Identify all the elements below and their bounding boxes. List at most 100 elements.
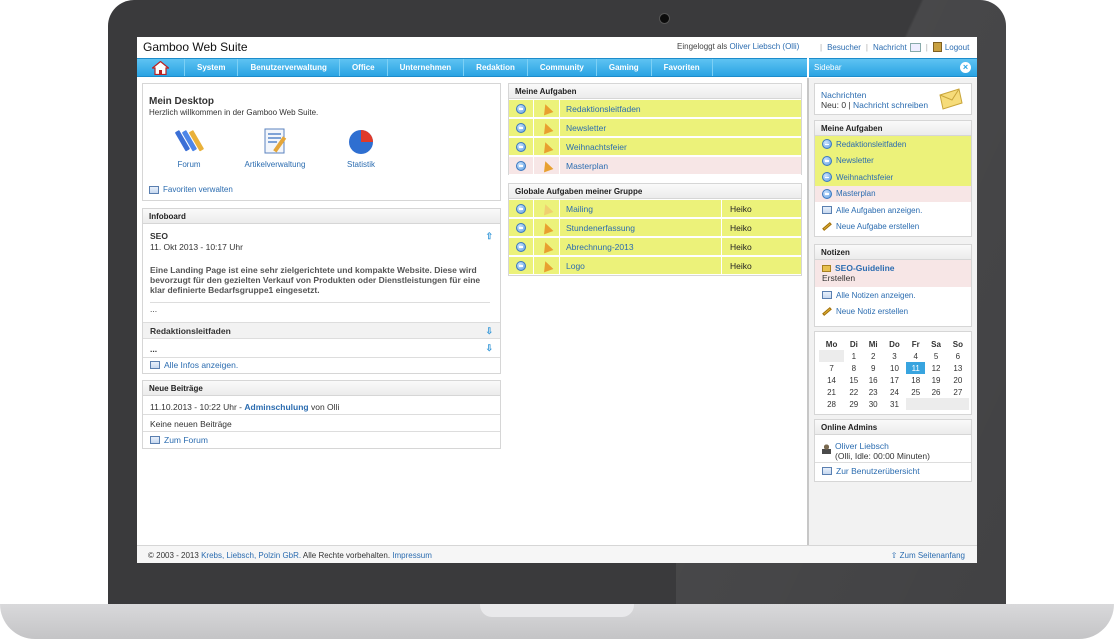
app-forum[interactable]: Forum bbox=[149, 126, 229, 169]
mail-icon[interactable] bbox=[909, 42, 921, 52]
calendar-day[interactable]: 1 bbox=[844, 350, 864, 362]
footer-imprint-link[interactable]: Impressum bbox=[392, 551, 432, 560]
sb-note-item[interactable]: SEO-Guideline Erstellen bbox=[815, 260, 971, 287]
sb-messages-link[interactable]: Nachrichten bbox=[821, 90, 866, 100]
status-icon[interactable] bbox=[516, 103, 526, 114]
nav-system[interactable]: System bbox=[185, 59, 239, 76]
task-name-link[interactable]: Logo bbox=[559, 257, 721, 274]
nav-redaktion[interactable]: Redaktion bbox=[464, 59, 528, 76]
nav-office[interactable]: Office bbox=[340, 59, 388, 76]
status-icon[interactable] bbox=[516, 203, 526, 214]
calendar-day[interactable]: 7 bbox=[819, 362, 845, 374]
to-top-link[interactable]: ⇧ Zum Seitenanfang bbox=[891, 551, 965, 560]
sb-new-task-link[interactable]: Neue Aufgabe erstellen bbox=[815, 219, 971, 236]
calendar-day[interactable]: 25 bbox=[906, 386, 926, 398]
calendar-day[interactable]: 10 bbox=[882, 362, 907, 374]
task-row[interactable]: Newsletter bbox=[509, 119, 801, 137]
calendar-weekday: Di bbox=[849, 339, 858, 349]
calendar-day[interactable]: 14 bbox=[819, 374, 845, 386]
calendar-day[interactable]: 6 bbox=[946, 350, 969, 362]
sb-new-note-link[interactable]: Neue Notiz erstellen bbox=[815, 304, 971, 321]
calendar-day[interactable]: 17 bbox=[882, 374, 907, 386]
message-link[interactable]: Nachricht bbox=[873, 43, 907, 52]
task-row[interactable]: Redaktionsleitfaden bbox=[509, 100, 801, 118]
forum-link[interactable]: Zum Forum bbox=[150, 435, 208, 445]
app-artikelverwaltung[interactable]: Artikelverwaltung bbox=[235, 126, 315, 169]
sb-write-message-link[interactable]: Nachricht schreiben bbox=[853, 100, 928, 110]
sb-tasks-box: Meine Aufgaben Redaktionsleitfaden Newsl… bbox=[814, 120, 972, 237]
calendar-day[interactable]: 15 bbox=[844, 374, 864, 386]
sb-task-item[interactable]: Redaktionsleitfaden bbox=[815, 136, 971, 153]
visitors-link[interactable]: Besucher bbox=[827, 43, 861, 52]
sb-admin-name[interactable]: Oliver Liebsch bbox=[835, 441, 930, 451]
calendar-day[interactable]: 8 bbox=[844, 362, 864, 374]
task-row[interactable]: Mailing Heiko bbox=[509, 200, 801, 218]
task-row[interactable]: Logo Heiko bbox=[509, 257, 801, 275]
nav-community[interactable]: Community bbox=[528, 59, 597, 76]
calendar-day[interactable]: 19 bbox=[925, 374, 947, 386]
task-row[interactable]: Abrechnung-2013 Heiko bbox=[509, 238, 801, 256]
task-row[interactable]: Masterplan bbox=[509, 157, 801, 175]
calendar-day[interactable]: 21 bbox=[819, 386, 845, 398]
calendar-day[interactable]: 18 bbox=[906, 374, 926, 386]
home-button[interactable] bbox=[137, 59, 185, 76]
expand-arrow-icon[interactable]: ⇩ bbox=[485, 326, 493, 337]
calendar-day[interactable]: 29 bbox=[844, 398, 864, 410]
task-name-link[interactable]: Masterplan bbox=[559, 157, 801, 174]
logout-link[interactable]: Logout bbox=[945, 43, 969, 52]
task-row[interactable]: Stundenerfassung Heiko bbox=[509, 219, 801, 237]
sb-all-tasks-link[interactable]: Alle Aufgaben anzeigen. bbox=[815, 202, 971, 219]
calendar-day[interactable]: 23 bbox=[863, 386, 883, 398]
sb-user-overview-link[interactable]: Zur Benutzerübersicht bbox=[822, 466, 920, 476]
status-icon[interactable] bbox=[516, 141, 526, 152]
nav-gaming[interactable]: Gaming bbox=[597, 59, 652, 76]
task-name-link[interactable]: Weihnachtsfeier bbox=[559, 138, 801, 155]
app-statistik[interactable]: Statistik bbox=[321, 126, 401, 169]
status-icon[interactable] bbox=[516, 122, 526, 133]
task-row[interactable]: Weihnachtsfeier bbox=[509, 138, 801, 156]
calendar-day[interactable]: 31 bbox=[882, 398, 907, 410]
collapse-arrow-icon[interactable]: ⇧ bbox=[485, 231, 493, 242]
calendar-day[interactable]: 9 bbox=[863, 362, 883, 374]
nav-favoriten[interactable]: Favoriten bbox=[652, 59, 713, 76]
task-name-link[interactable]: Stundenerfassung bbox=[559, 219, 721, 236]
all-infos-link[interactable]: Alle Infos anzeigen. bbox=[150, 360, 238, 370]
task-name-link[interactable]: Redaktionsleitfaden bbox=[559, 100, 801, 117]
calendar-day[interactable]: 22 bbox=[844, 386, 864, 398]
post-topic-link[interactable]: Adminschulung bbox=[244, 402, 308, 412]
sb-user-overview-label: Zur Benutzerübersicht bbox=[836, 466, 920, 476]
footer-authors-link[interactable]: Krebs, Liebsch, Polzin GbR. bbox=[201, 551, 301, 560]
nav-benutzerverwaltung[interactable]: Benutzerverwaltung bbox=[238, 59, 340, 76]
nav-unternehmen[interactable]: Unternehmen bbox=[388, 59, 465, 76]
sb-all-notes-link[interactable]: Alle Notizen anzeigen. bbox=[815, 287, 971, 304]
status-icon[interactable] bbox=[516, 241, 526, 252]
calendar-day[interactable]: 26 bbox=[925, 386, 947, 398]
calendar-day[interactable]: 27 bbox=[946, 386, 969, 398]
calendar-day[interactable]: 28 bbox=[819, 398, 845, 410]
status-icon[interactable] bbox=[516, 160, 526, 171]
task-name-link[interactable]: Abrechnung-2013 bbox=[559, 238, 721, 255]
status-icon[interactable] bbox=[516, 222, 526, 233]
calendar-day[interactable]: 12 bbox=[925, 362, 947, 374]
calendar-day[interactable]: 3 bbox=[882, 350, 907, 362]
calendar-day[interactable]: 24 bbox=[882, 386, 907, 398]
calendar-day[interactable]: 4 bbox=[906, 350, 926, 362]
sb-task-item[interactable]: Newsletter bbox=[815, 152, 971, 169]
logout-icon[interactable] bbox=[932, 42, 942, 52]
calendar-day[interactable]: 11 bbox=[906, 362, 926, 374]
calendar-day[interactable]: 13 bbox=[946, 362, 969, 374]
calendar-day[interactable]: 30 bbox=[863, 398, 883, 410]
expand-arrow-icon[interactable]: ⇩ bbox=[485, 343, 493, 354]
favorites-link[interactable]: Favoriten verwalten bbox=[149, 185, 233, 194]
calendar-day[interactable]: 5 bbox=[925, 350, 947, 362]
calendar-day[interactable]: 16 bbox=[863, 374, 883, 386]
sb-task-item[interactable]: Weihnachtsfeier bbox=[815, 169, 971, 186]
calendar-day[interactable]: 2 bbox=[863, 350, 883, 362]
task-name-link[interactable]: Mailing bbox=[559, 200, 721, 217]
sidebar-close-icon[interactable]: × bbox=[960, 62, 971, 73]
task-name-link[interactable]: Newsletter bbox=[559, 119, 801, 136]
status-icon[interactable] bbox=[516, 260, 526, 271]
login-user-link[interactable]: Oliver Liebsch (Olli) bbox=[730, 42, 800, 51]
calendar-day[interactable]: 20 bbox=[946, 374, 969, 386]
sb-task-item[interactable]: Masterplan bbox=[815, 185, 971, 202]
